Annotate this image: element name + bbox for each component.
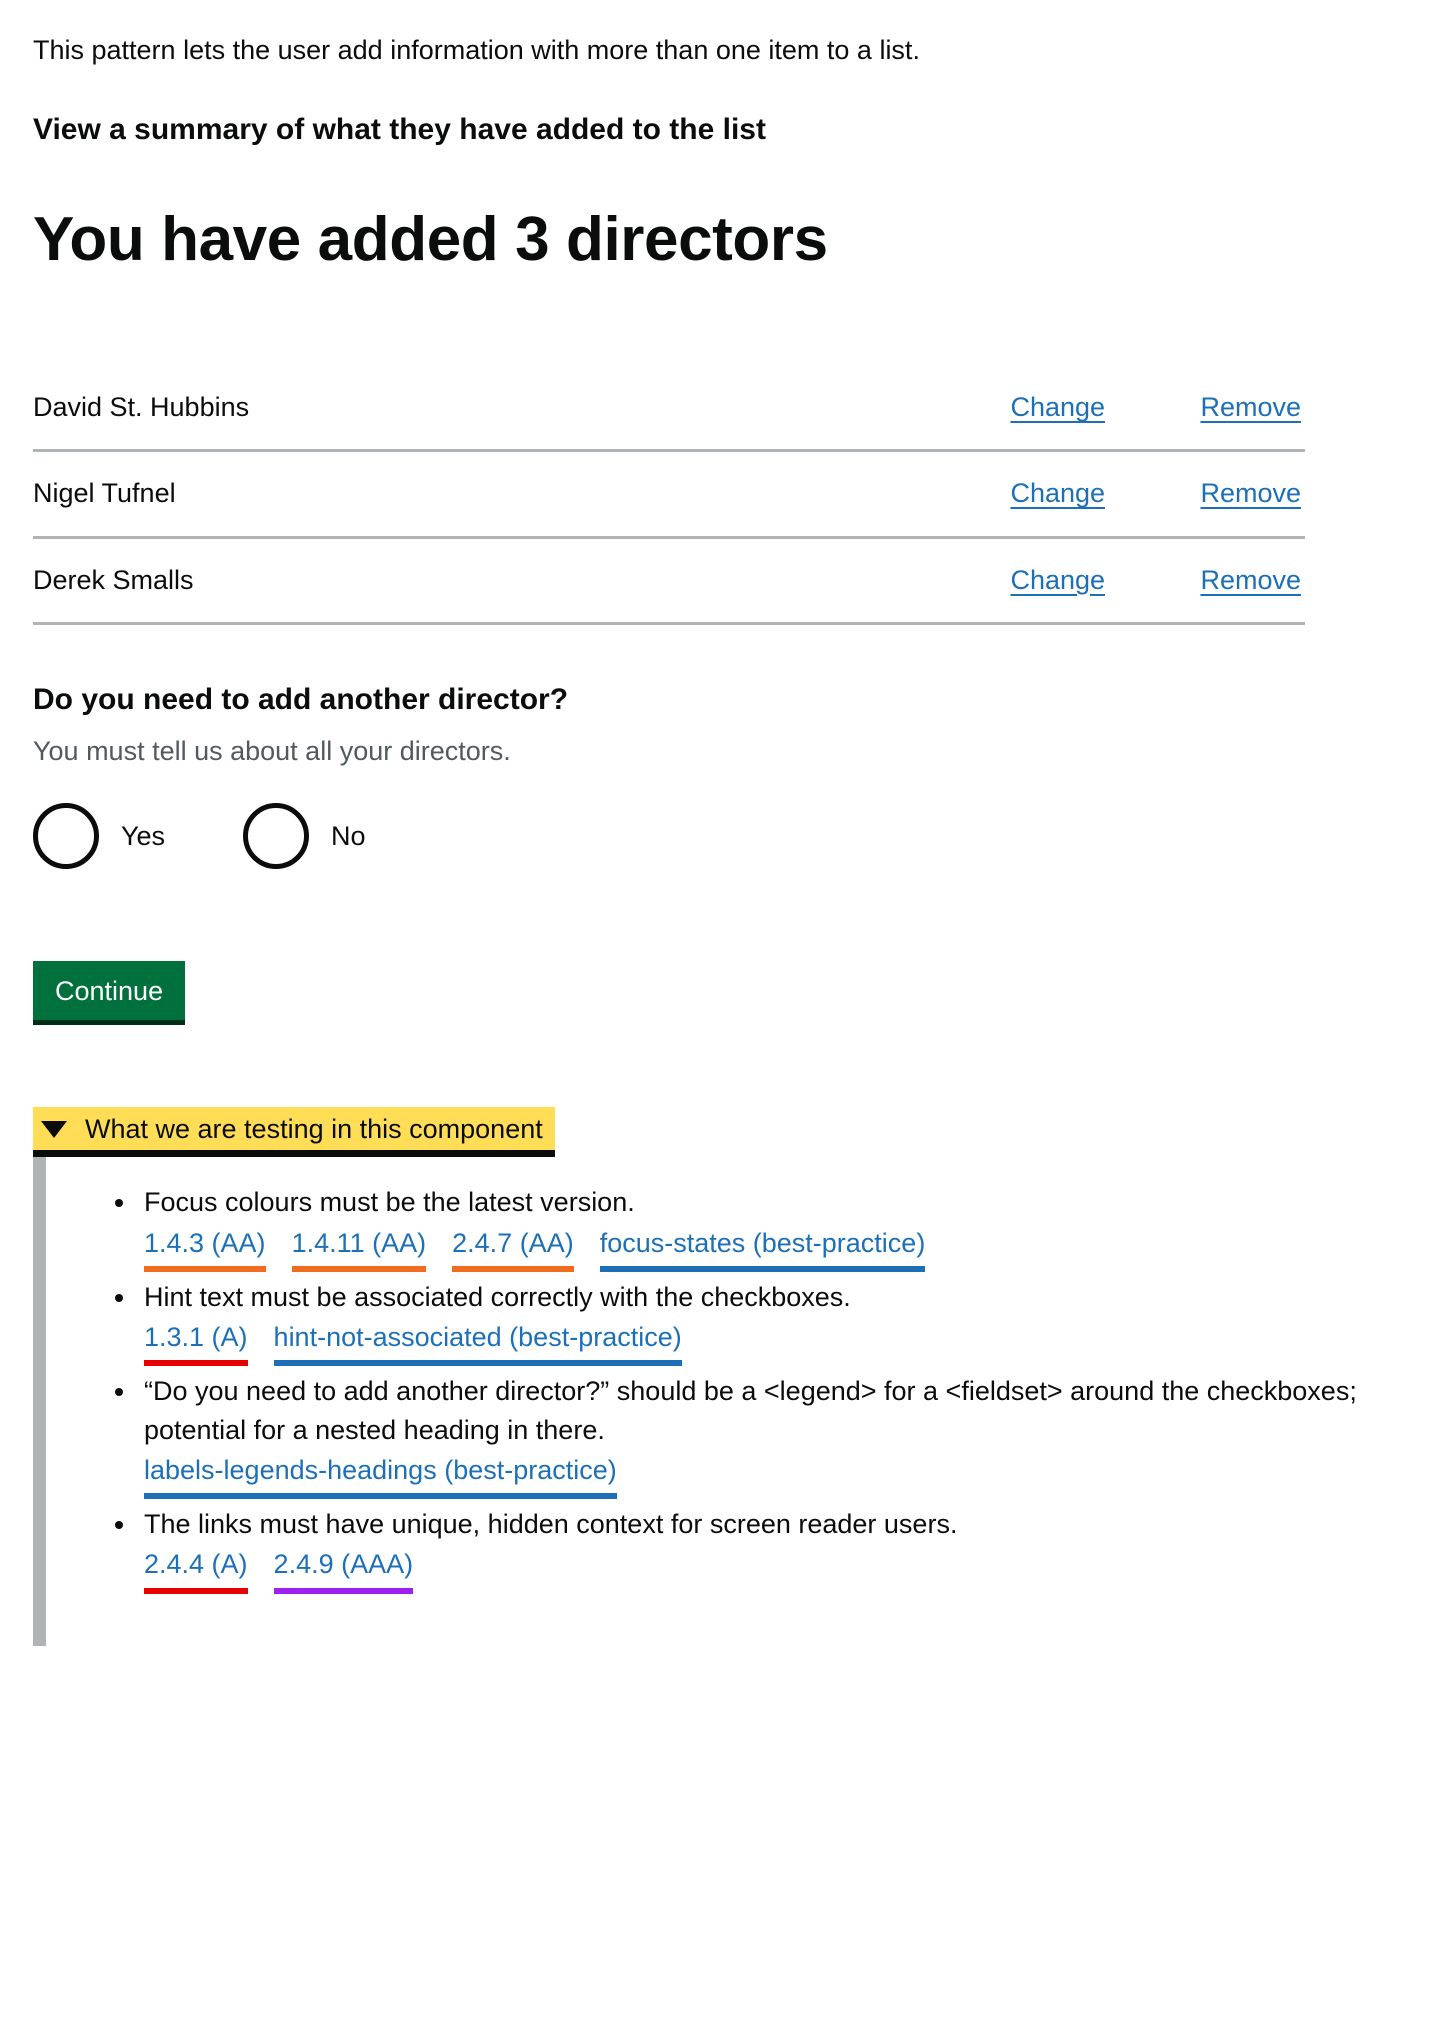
radio-option-label: No [331,820,366,851]
remove-link[interactable]: Remove [1200,563,1301,598]
change-link[interactable]: Change [1010,563,1112,598]
summary-row-actions: Change Remove [1010,476,1305,511]
summary-row: Derek Smalls Change Remove [33,563,1305,625]
radio-group: Yes No [33,803,1397,870]
testing-details: What we are testing in this component Fo… [33,1106,1397,1646]
testing-criteria-item: “Do you need to add another director?” s… [138,1372,1397,1500]
testing-criteria-text: Focus colours must be the latest version… [144,1187,635,1218]
question-hint: You must tell us about all your director… [33,736,511,767]
intro-paragraph: This pattern lets the user add informati… [33,35,920,65]
criterion-link[interactable]: hint-not-associated (best-practice) [273,1318,682,1367]
testing-criteria-item: The links must have unique, hidden conte… [138,1505,1397,1594]
summary-row-actions: Change Remove [1010,390,1305,425]
chevron-down-icon [41,1120,67,1138]
page-container: This pattern lets the user add informati… [0,0,1430,1646]
radio-circle-icon[interactable] [33,803,99,870]
change-link[interactable]: Change [1010,476,1112,511]
summary-row-name: David St. Hubbins [33,392,250,423]
criterion-link[interactable]: focus-states (best-practice) [599,1224,926,1272]
summary-row: Nigel Tufnel Change Remove [33,476,1305,539]
criteria-link-row: labels-legends-headings (best-practice) [144,1451,1397,1500]
summary-list: David St. Hubbins Change Remove Nigel Tufne… [33,390,1305,625]
summary-row-name: Derek Smalls [33,564,194,595]
question-legend: Do you need to add another director? [33,682,569,716]
radio-option-no[interactable]: No [243,803,366,870]
radio-circle-icon[interactable] [243,803,310,870]
criteria-link-row: 2.4.4 (A) 2.4.9 (AAA) [144,1545,1397,1594]
criterion-link[interactable]: 1.4.11 (AA) [291,1224,427,1272]
section-heading: View a summary of what they have added t… [33,112,766,146]
testing-criteria-text: “Do you need to add another director?” s… [144,1376,1357,1445]
criteria-link-row: 1.4.3 (AA) 1.4.11 (AA) 2.4.7 (AA) focus-sta… [144,1224,1397,1272]
criterion-link[interactable]: 2.4.4 (A) [144,1545,248,1594]
continue-button[interactable]: Continue [33,961,186,1025]
remove-link[interactable]: Remove [1200,476,1301,511]
criteria-link-row: 1.3.1 (A) hint-not-associated (best-pract… [144,1318,1397,1367]
radio-option-yes[interactable]: Yes [33,803,166,870]
testing-criteria-text: Hint text must be associated correctly w… [144,1281,851,1312]
summary-row-name: Nigel Tufnel [33,478,176,509]
criterion-link[interactable]: labels-legends-headings (best-practice) [144,1451,617,1500]
details-body: Focus colours must be the latest version… [33,1157,1397,1646]
testing-criteria-item: Hint text must be associated correctly w… [138,1278,1397,1367]
testing-criteria-item: Focus colours must be the latest version… [138,1183,1397,1272]
radio-option-label: Yes [121,820,166,851]
details-summary-toggle[interactable]: What we are testing in this component [33,1106,555,1158]
testing-criteria-text: The links must have unique, hidden conte… [144,1509,958,1540]
criterion-link[interactable]: 1.3.1 (A) [144,1318,248,1367]
page-title: You have added 3 directors [33,205,828,275]
question-fieldset: Do you need to add another director? You… [33,681,1397,870]
remove-link[interactable]: Remove [1200,390,1301,425]
change-link[interactable]: Change [1010,390,1112,425]
testing-criteria-list: Focus colours must be the latest version… [46,1183,1397,1594]
criterion-link[interactable]: 2.4.7 (AA) [452,1224,574,1272]
criterion-link[interactable]: 1.4.3 (AA) [144,1224,266,1272]
summary-row: David St. Hubbins Change Remove [33,390,1305,453]
criterion-link[interactable]: 2.4.9 (AAA) [273,1545,414,1594]
details-summary-label: What we are testing in this component [85,1113,543,1144]
summary-row-actions: Change Remove [1010,563,1305,598]
